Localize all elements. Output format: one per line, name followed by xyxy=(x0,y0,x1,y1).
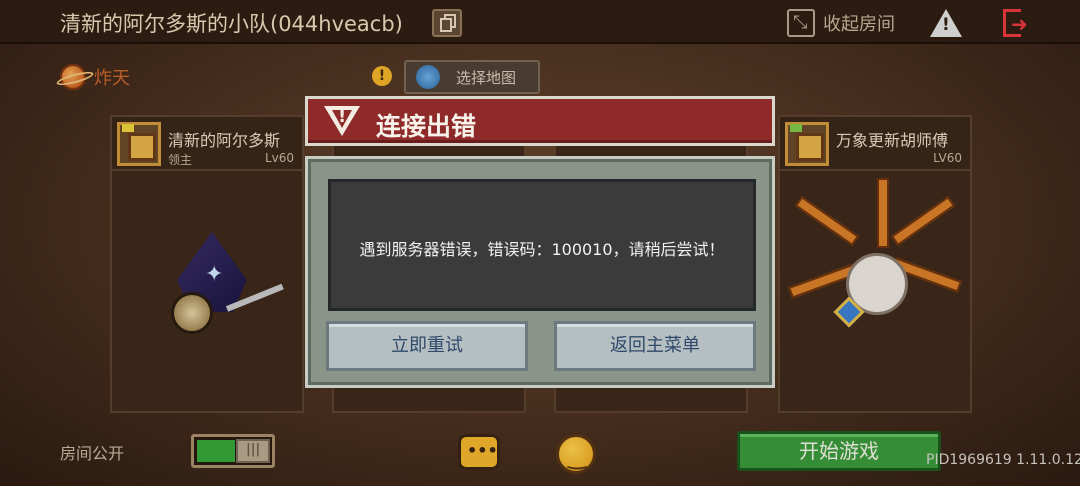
dialog-body: 遇到服务器错误，错误码：100010，请稍后尝试！ 立即重试 返回主菜单 xyxy=(305,156,775,388)
warning-icon xyxy=(324,106,360,136)
collapse-room-label: 收起房间 xyxy=(823,14,895,35)
collapse-room-button[interactable]: 收起房间 xyxy=(787,9,895,37)
exit-icon[interactable]: ➜ xyxy=(1003,9,1031,37)
message-box: 遇到服务器错误，错误码：100010，请稍后尝试！ xyxy=(328,179,756,311)
dialog-title: 连接出错 xyxy=(376,112,477,141)
warning-icon[interactable] xyxy=(930,9,962,37)
collapse-icon xyxy=(787,9,815,37)
dialog-header: 连接出错 xyxy=(305,96,775,146)
retry-button[interactable]: 立即重试 xyxy=(326,321,528,371)
top-bar: 清新的阿尔多斯的小队(044hveacb) 收起房间 ➜ xyxy=(0,0,1080,44)
team-title: 清新的阿尔多斯的小队(044hveacb) xyxy=(60,12,403,36)
main-menu-button[interactable]: 返回主菜单 xyxy=(554,321,756,371)
copy-icon[interactable] xyxy=(432,9,462,37)
error-message: 遇到服务器错误，错误码：100010，请稍后尝试！ xyxy=(359,240,725,259)
